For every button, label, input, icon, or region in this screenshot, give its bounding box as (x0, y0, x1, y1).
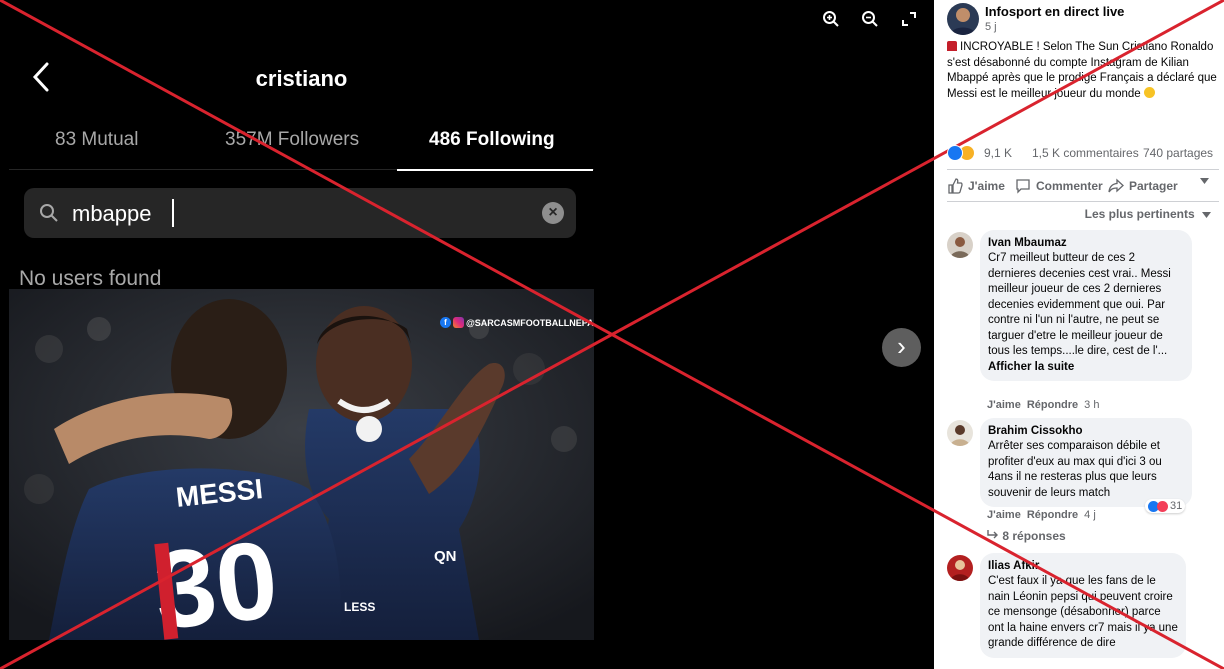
next-photo-button[interactable]: › (882, 328, 921, 367)
zoom-out-icon[interactable] (859, 8, 881, 30)
like-label: J'aime (968, 179, 1005, 193)
zoom-in-icon[interactable] (820, 8, 842, 30)
like-button[interactable]: J'aime (947, 178, 1005, 194)
divider (947, 201, 1219, 202)
comment-like-button[interactable]: J'aime (987, 509, 1021, 521)
text-caret (172, 199, 174, 227)
reply-arrow-icon (987, 530, 998, 539)
photo-viewer: cristiano 83 Mutual 357M Followers 486 F… (0, 0, 934, 669)
comment-body: Cr7 meilleut butteur de ces 2 dernieres … (988, 252, 1171, 357)
comment-reactions[interactable]: 31 (1145, 499, 1186, 513)
comment-icon (1016, 179, 1030, 194)
comment-author[interactable]: Ilias Afkir (988, 559, 1178, 574)
page-name[interactable]: Infosport en direct live (985, 4, 1124, 19)
sponsor-text-2: LESS (344, 600, 375, 614)
instagram-screenshot: cristiano 83 Mutual 357M Followers 486 F… (9, 40, 594, 640)
profile-username: cristiano (255, 66, 348, 91)
sort-label: Les plus pertinents (1084, 207, 1195, 221)
comment-actions: J'aime Répondre 3 h (987, 399, 1099, 411)
shares-count[interactable]: 740 partages (1143, 146, 1213, 160)
tab-following: 486 Following (429, 129, 555, 150)
share-icon (1108, 178, 1124, 193)
like-reaction-icon (947, 145, 963, 161)
comment-sort-dropdown[interactable]: Les plus pertinents (1085, 207, 1211, 221)
watermark-handle: @SARCASMFOOTBALLNEPAL (466, 317, 594, 328)
comment-like-button[interactable]: J'aime (987, 399, 1021, 411)
avatar[interactable] (947, 555, 973, 581)
comment-bubble: Brahim Cissokho Arrêter ses comparaison … (980, 418, 1192, 507)
comment-reply-button[interactable]: Répondre (1027, 509, 1078, 521)
players-photo: MESSI 30 QN LESS f @SARCASMFOOTBALLNEPAL (9, 289, 594, 640)
replies-label: 8 réponses (1002, 529, 1066, 543)
image-viewer: cristiano 83 Mutual 357M Followers 486 F… (0, 0, 1224, 669)
comment-time[interactable]: 3 h (1084, 399, 1099, 411)
comment-bubble: Ivan Mbaumaz Cr7 meilleut butteur de ces… (980, 230, 1192, 381)
post-text: INCROYABLE ! Selon The Sun Cristiano Ron… (947, 40, 1219, 102)
comment-label: Commenter (1036, 179, 1103, 193)
comment-text: Cr7 meilleut butteur de ces 2 dernieres … (988, 251, 1184, 375)
fullscreen-icon[interactable] (898, 8, 920, 30)
red-hat-icon (947, 41, 957, 51)
reactions-summary: 9,1 K 1,5 K commentaires 740 partages (947, 145, 1219, 163)
watermark: f @SARCASMFOOTBALLNEPAL (440, 317, 594, 328)
clear-search-icon: × (542, 202, 564, 224)
avatar[interactable] (947, 3, 979, 35)
comment-button[interactable]: Commenter (1015, 178, 1103, 194)
comments-count[interactable]: 1,5 K commentaires (1032, 146, 1139, 160)
post-panel: Infosport en direct live 5 j INCROYABLE … (934, 0, 1224, 669)
thumbs-up-icon (948, 178, 963, 194)
comment-actions: J'aime Répondre 4 j (987, 509, 1096, 521)
reactions-count[interactable]: 9,1 K (984, 146, 1012, 160)
search-field: mbappe × (24, 188, 576, 238)
tab-followers: 357M Followers (225, 129, 360, 150)
instagram-icon (453, 317, 464, 328)
avatar[interactable] (947, 420, 973, 446)
comment-bubble: Ilias Afkir C'est faux il ya que les fan… (980, 553, 1186, 658)
love-reaction-icon (1157, 500, 1168, 512)
view-replies-link[interactable]: 8 réponses (987, 529, 1066, 543)
comment-reaction-count: 31 (1170, 500, 1183, 512)
facebook-icon: f (440, 317, 451, 328)
sponsor-text: QN (434, 548, 457, 565)
post-timestamp[interactable]: 5 j (985, 21, 997, 33)
comment-author[interactable]: Brahim Cissokho (988, 424, 1184, 439)
share-button[interactable]: Partager (1108, 178, 1178, 194)
comment-time[interactable]: 4 j (1084, 509, 1096, 521)
comment-reply-button[interactable]: Répondre (1027, 399, 1078, 411)
see-more-link[interactable]: Afficher la suite (988, 361, 1074, 373)
post-body: INCROYABLE ! Selon The Sun Cristiano Ron… (947, 41, 1217, 100)
chevron-down-icon (1202, 212, 1211, 218)
avatar[interactable] (947, 232, 973, 258)
search-query: mbappe (72, 201, 152, 226)
tab-mutual: 83 Mutual (55, 129, 139, 150)
smile-emoji-icon (1143, 86, 1155, 98)
empty-state-message: No users found (19, 267, 162, 290)
share-options-chevron-icon[interactable] (1200, 178, 1209, 184)
comment-author[interactable]: Ivan Mbaumaz (988, 236, 1184, 251)
search-icon (40, 204, 58, 222)
comment-text: C'est faux il ya que les fans de le nain… (988, 575, 1178, 649)
share-label: Partager (1129, 179, 1178, 193)
comment-text: Arrêter ses comparaison débile et profit… (988, 440, 1162, 499)
active-tab-indicator (397, 169, 593, 171)
divider (947, 169, 1219, 170)
